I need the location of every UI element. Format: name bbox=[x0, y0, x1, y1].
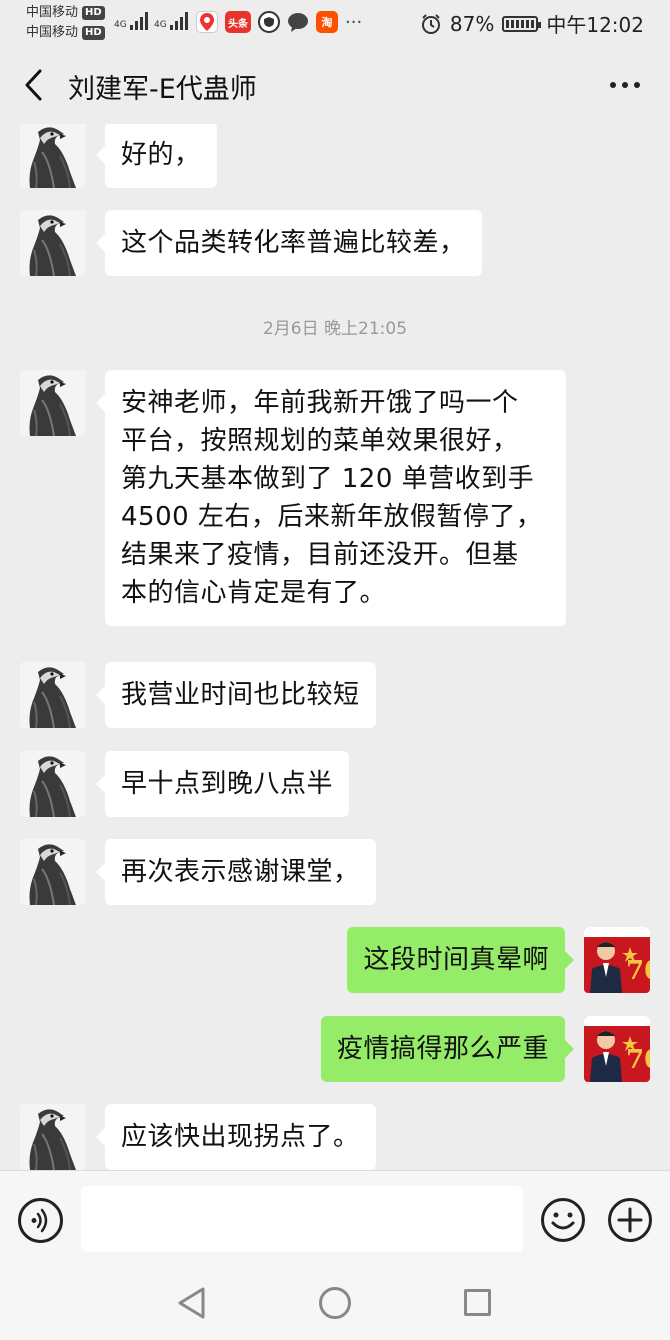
message-bubble[interactable]: 这个品类转化率普遍比较差， bbox=[96, 210, 482, 276]
plus-icon[interactable] bbox=[607, 1197, 653, 1243]
contact-avatar[interactable] bbox=[20, 839, 86, 905]
battery-icon bbox=[502, 15, 542, 32]
message-bubble[interactable]: 安神老师，年前我新开饿了吗一个 平台，按照规划的菜单效果很好， 第九天基本做到了… bbox=[96, 370, 566, 626]
more-notifications: ··· bbox=[345, 11, 363, 33]
voice-input-button[interactable] bbox=[18, 1198, 63, 1243]
contact-avatar[interactable] bbox=[20, 210, 86, 276]
signal-icon-2: 4G bbox=[154, 12, 188, 30]
clock: 中午12:02 bbox=[546, 13, 644, 37]
status-right: 87% 中午12:02 bbox=[420, 9, 644, 38]
chat-title: 刘建军-E代蛊师 bbox=[68, 74, 257, 105]
voice-icon bbox=[31, 1208, 48, 1233]
taobao-icon: 淘 bbox=[316, 11, 338, 33]
my-avatar[interactable] bbox=[584, 927, 650, 993]
signal-icon: 4G bbox=[114, 12, 148, 30]
nav-home-icon[interactable] bbox=[319, 1287, 351, 1319]
contact-avatar[interactable] bbox=[20, 751, 86, 817]
shield-app-icon bbox=[258, 11, 280, 33]
contact-avatar[interactable] bbox=[20, 662, 86, 728]
chat-app-icon bbox=[287, 11, 309, 33]
contact-avatar[interactable] bbox=[20, 370, 86, 436]
message-bubble[interactable]: 再次表示感谢课堂， bbox=[96, 839, 376, 905]
message-timestamp: 2月6日 晚上21:05 bbox=[262, 319, 408, 339]
back-arrow-icon[interactable] bbox=[20, 66, 50, 104]
network-type: 4G bbox=[114, 20, 127, 30]
message-bubble[interactable]: 我营业时间也比较短 bbox=[96, 662, 376, 728]
message-bubble[interactable]: 疫情搞得那么严重 bbox=[320, 1016, 575, 1082]
nav-recent-icon[interactable] bbox=[464, 1289, 491, 1316]
contact-avatar[interactable] bbox=[20, 1104, 86, 1170]
hd-badge-2: HD bbox=[82, 26, 105, 40]
alarm-icon bbox=[421, 13, 440, 34]
toutiao-icon: 头条 bbox=[225, 11, 251, 33]
emoji-icon[interactable] bbox=[540, 1197, 586, 1243]
status-bar: 中国移动 HD 中国移动 HD 4G 4G 头条 淘 ··· 87% 中午12:02 bbox=[0, 0, 670, 46]
nav-back-icon[interactable] bbox=[176, 1286, 208, 1320]
more-options-icon[interactable] bbox=[610, 82, 640, 88]
message-input[interactable] bbox=[81, 1186, 523, 1252]
input-bar bbox=[0, 1170, 670, 1266]
message-bubble[interactable]: 好的， bbox=[96, 124, 217, 188]
message-bubble[interactable]: 这段时间真晕啊 bbox=[347, 927, 574, 993]
notification-icons: 头条 淘 ··· bbox=[196, 11, 362, 33]
contact-avatar[interactable] bbox=[20, 124, 86, 188]
map-app-icon bbox=[196, 11, 218, 33]
chat-header: 刘建军-E代蛊师 bbox=[0, 46, 670, 124]
my-avatar[interactable] bbox=[584, 1016, 650, 1082]
hd-badge: HD bbox=[82, 6, 105, 20]
message-list[interactable]: 70 好的， 这个品类转化率普遍比较差， 2月6日 晚上21:05 安神老师，年… bbox=[0, 124, 670, 1170]
carrier-info: 中国移动 HD 中国移动 HD bbox=[26, 3, 105, 43]
message-bubble[interactable]: 早十点到晚八点半 bbox=[95, 751, 350, 817]
message-bubble[interactable]: 应该快出现拐点了。 bbox=[96, 1104, 376, 1170]
battery-percent: 87% bbox=[449, 11, 495, 36]
carrier-2: 中国移动 bbox=[26, 25, 79, 40]
carrier-1: 中国移动 bbox=[26, 5, 79, 20]
system-nav-bar bbox=[0, 1266, 670, 1340]
network-type-2: 4G bbox=[154, 20, 167, 30]
